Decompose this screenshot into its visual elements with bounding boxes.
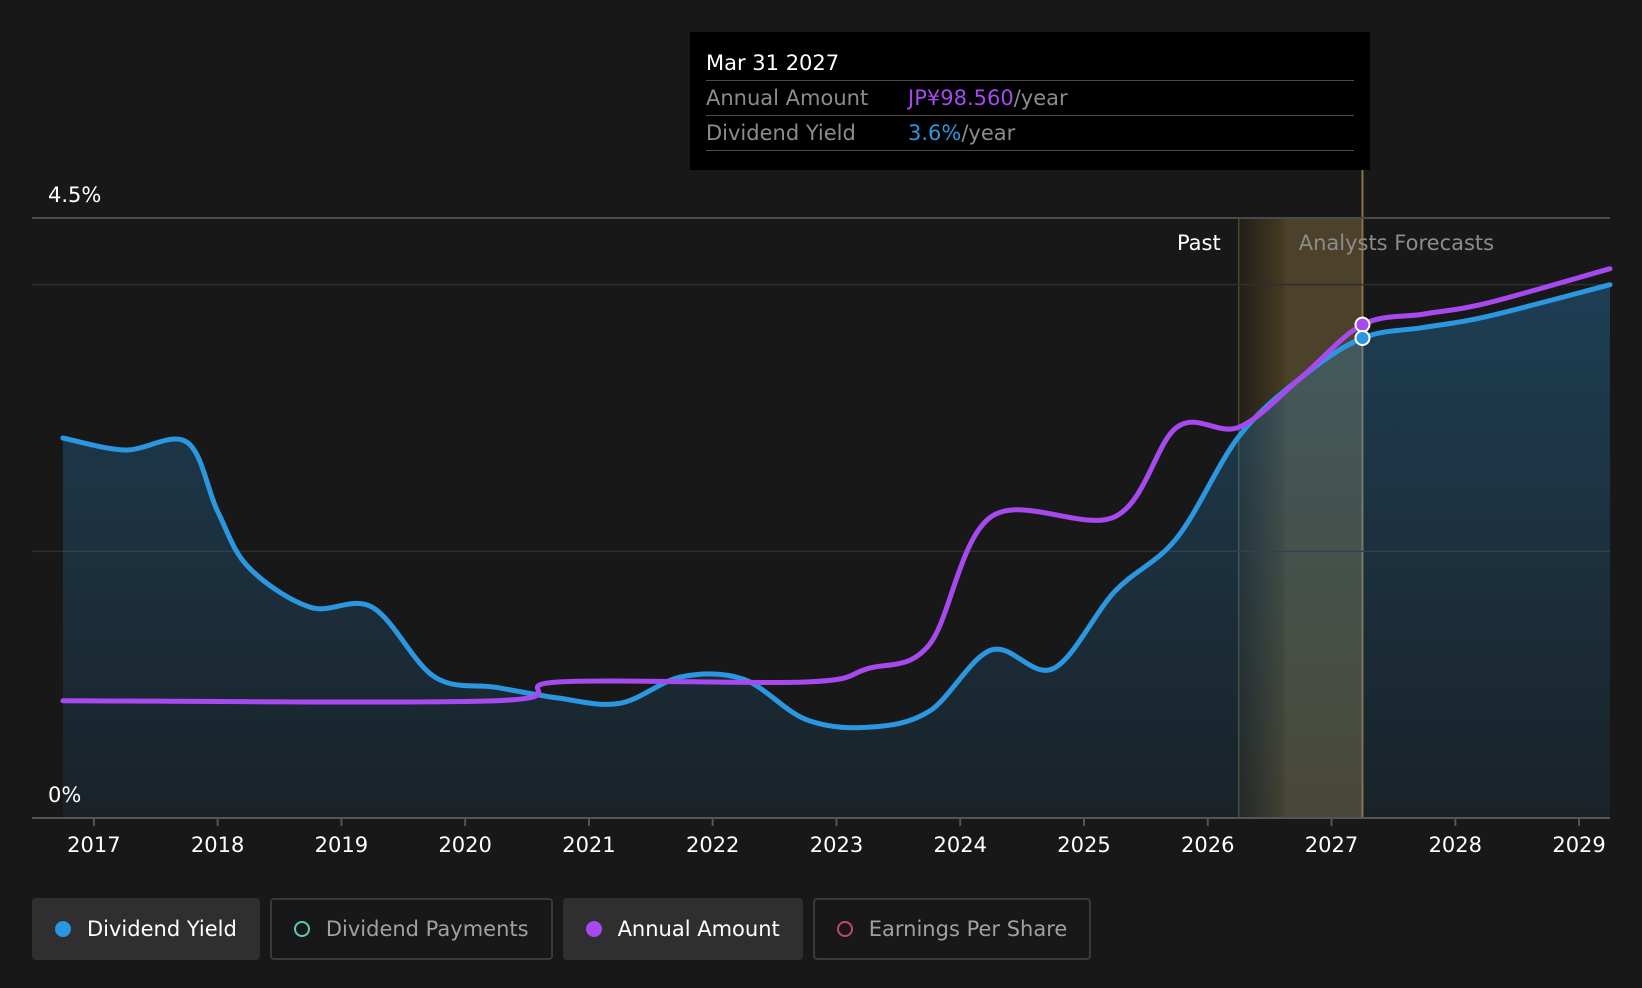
legend-item-dividend-yield[interactable]: Dividend Yield [32, 898, 260, 960]
y-tick-label: 4.5% [48, 183, 101, 207]
x-tick-label: 2025 [1057, 833, 1110, 857]
tooltip-row-annual-amount: Annual Amount JP¥98.560 /year [706, 81, 1354, 116]
x-tick-label: 2022 [686, 833, 739, 857]
legend-label: Dividend Yield [87, 917, 237, 941]
tooltip-label: Dividend Yield [706, 121, 856, 145]
legend-item-dividend-payments[interactable]: Dividend Payments [269, 898, 553, 960]
hover-tooltip: Mar 31 2027 Annual Amount JP¥98.560 /yea… [690, 32, 1370, 170]
tooltip-label: Annual Amount [706, 86, 869, 110]
x-tick-label: 2018 [191, 833, 244, 857]
y-tick-label: 0% [48, 783, 81, 807]
tooltip-date: Mar 31 2027 [706, 46, 1354, 81]
hover-marker [1354, 316, 1371, 333]
x-tick-label: 2023 [810, 833, 863, 857]
legend-item-earnings-per-share[interactable]: Earnings Per Share [812, 898, 1092, 960]
legend-dot-icon [293, 921, 310, 937]
tooltip-row-dividend-yield: Dividend Yield 3.6% /year [706, 116, 1354, 151]
x-tick-label: 2026 [1181, 833, 1234, 857]
x-tick-label: 2017 [67, 833, 120, 857]
x-tick-label: 2024 [934, 833, 987, 857]
x-tick-label: 2020 [438, 833, 491, 857]
x-tick-label: 2027 [1305, 833, 1358, 857]
x-tick-label: 2021 [562, 833, 615, 857]
tooltip-value: 3.6% [908, 121, 962, 145]
tooltip-unit: /year [961, 121, 1016, 145]
legend-dot-icon [55, 921, 71, 937]
legend-item-annual-amount[interactable]: Annual Amount [562, 898, 803, 960]
legend-dot-icon [836, 921, 853, 937]
chart-legend: Dividend Yield Dividend Payments Annual … [32, 898, 1092, 960]
legend-label: Annual Amount [617, 917, 780, 941]
hover-marker [1354, 330, 1371, 346]
forecast-label: Analysts Forecasts [1299, 231, 1494, 255]
x-tick-label: 2019 [315, 833, 368, 857]
tooltip-unit: /year [1013, 86, 1068, 110]
past-label: Past [1177, 231, 1221, 255]
x-tick-label: 2028 [1429, 833, 1482, 857]
legend-label: Dividend Payments [325, 917, 529, 941]
legend-dot-icon [585, 921, 602, 937]
tooltip-value: JP¥98.560 [908, 86, 1014, 110]
x-tick-label: 2029 [1552, 833, 1605, 857]
legend-label: Earnings Per Share [868, 917, 1068, 941]
